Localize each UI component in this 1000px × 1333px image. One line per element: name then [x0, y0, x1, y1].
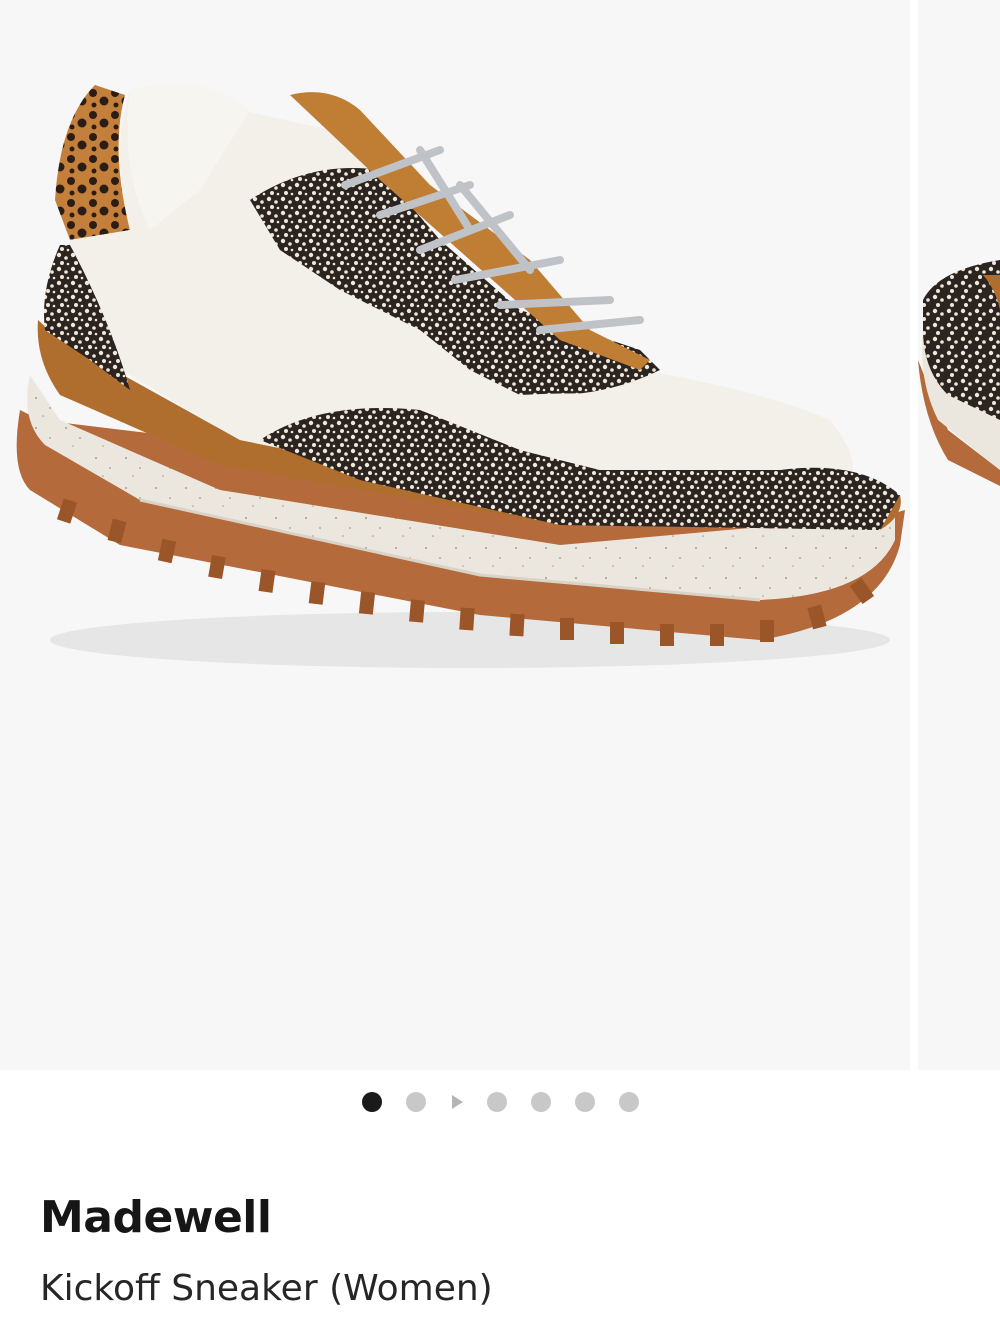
- pagination-video-play-icon[interactable]: [451, 1095, 463, 1109]
- pagination-dot-4[interactable]: [486, 1092, 507, 1112]
- pagination-dot-6[interactable]: [574, 1092, 595, 1112]
- pagination-dot-2[interactable]: [405, 1092, 426, 1112]
- pagination-dot-5[interactable]: [530, 1092, 551, 1112]
- sneaker-image-peek: [918, 260, 1000, 486]
- product-brand-link[interactable]: Madewell: [40, 1192, 272, 1243]
- product-image-slide-2[interactable]: [918, 0, 1000, 1070]
- product-image-carousel[interactable]: [0, 0, 1000, 1070]
- pagination-dot-1[interactable]: [361, 1092, 382, 1112]
- product-page: Madewell Kickoff Sneaker (Women): [0, 0, 1000, 1333]
- product-image-slide-1[interactable]: [0, 0, 910, 1070]
- carousel-pagination: [0, 1090, 1000, 1114]
- pagination-dot-7[interactable]: [618, 1092, 639, 1112]
- sneaker-image: [16, 83, 905, 668]
- product-title: Kickoff Sneaker (Women): [40, 1268, 493, 1309]
